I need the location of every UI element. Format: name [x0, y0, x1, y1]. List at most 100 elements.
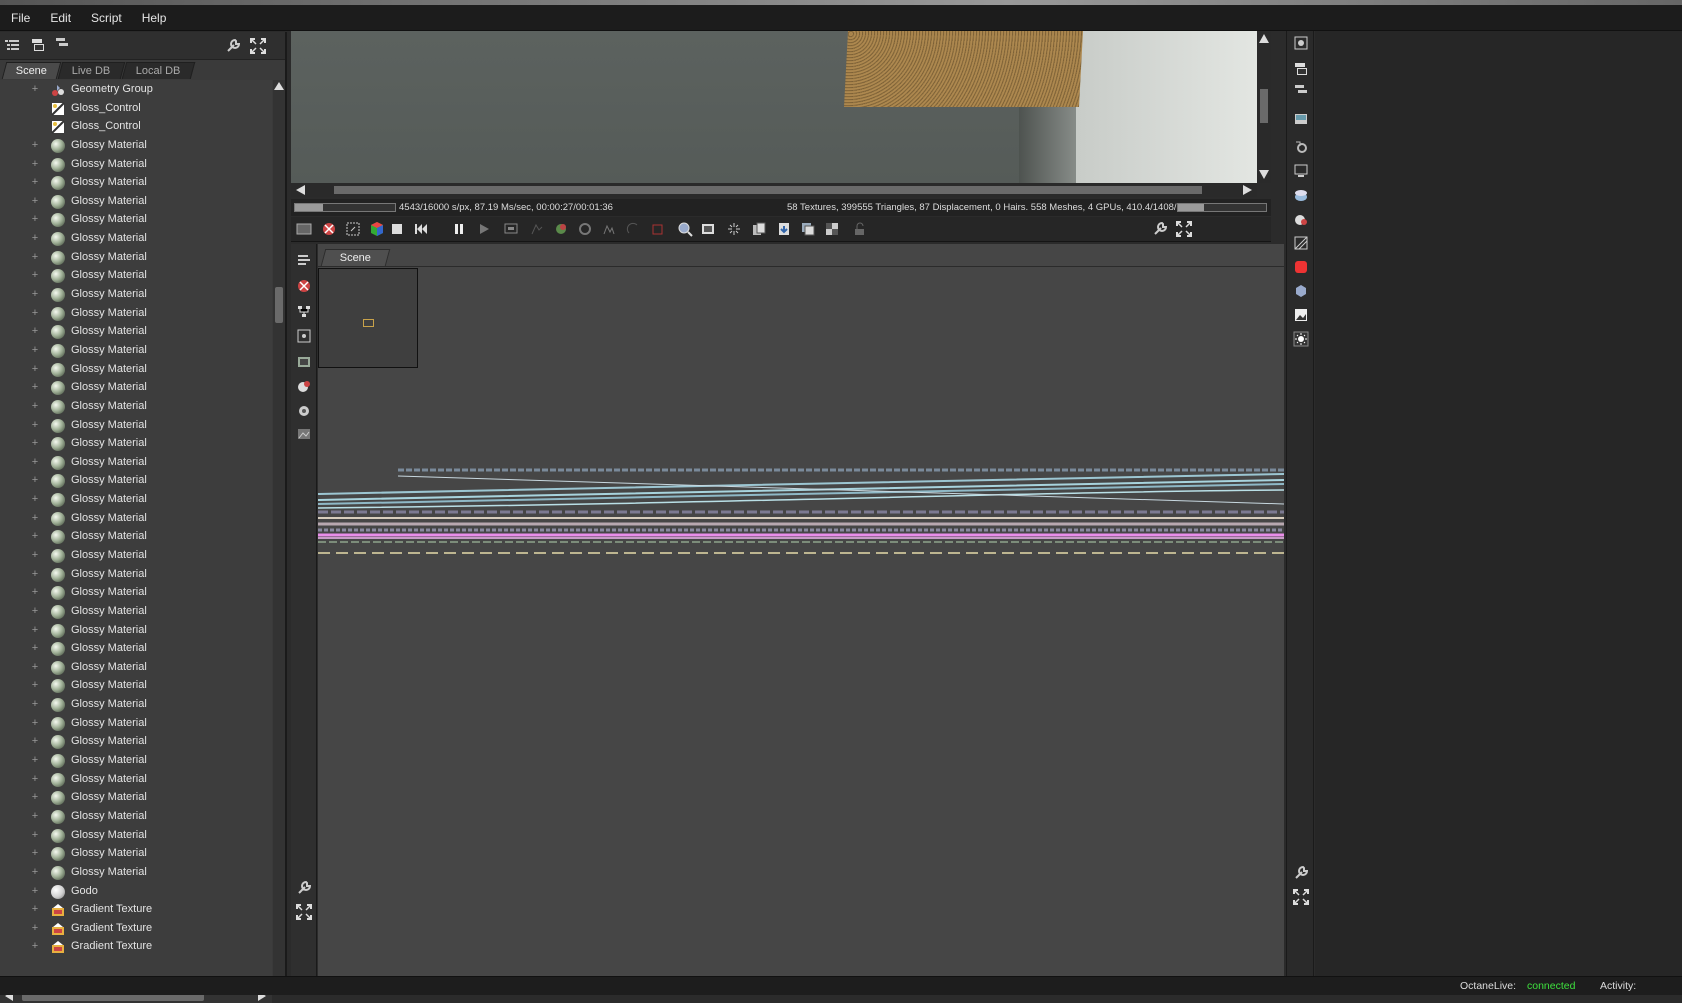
outliner-item[interactable]: + Glossy Material	[0, 285, 272, 305]
viewport-vertical-scrollbar[interactable]	[1257, 31, 1271, 183]
outliner-item[interactable]: + Glossy Material	[0, 248, 272, 268]
outliner-item[interactable]: + Glossy Material	[0, 844, 272, 864]
image-texture-icon[interactable]	[296, 426, 312, 442]
display-icon[interactable]	[1293, 163, 1309, 179]
light-icon[interactable]	[1293, 331, 1309, 347]
maximize-icon[interactable]	[296, 904, 312, 920]
lock-resolution-icon[interactable]	[726, 221, 742, 237]
menu-edit[interactable]: Edit	[40, 5, 81, 31]
pause-icon[interactable]	[451, 221, 467, 237]
outliner-item[interactable]: + Glossy Material	[0, 658, 272, 678]
outliner-item[interactable]: + Glossy Material	[0, 416, 272, 436]
expand-toggle-icon[interactable]: +	[30, 810, 40, 822]
expand-toggle-icon[interactable]: +	[30, 866, 40, 878]
outliner-vertical-scrollbar[interactable]	[273, 80, 285, 989]
expand-toggle-icon[interactable]: +	[30, 438, 40, 449]
expand-toggle-icon[interactable]: +	[30, 233, 40, 244]
expand-toggle-icon[interactable]: +	[30, 494, 40, 505]
wrench-icon[interactable]	[1293, 865, 1309, 881]
outliner-item[interactable]: + Glossy Material	[0, 621, 272, 641]
outliner-item[interactable]: + Glossy Material	[0, 751, 272, 771]
outliner-list-icon[interactable]	[4, 37, 20, 53]
expand-toggle-icon[interactable]: +	[30, 568, 40, 580]
outliner-item[interactable]: + Glossy Material	[0, 527, 272, 547]
whitebalance-picker-icon[interactable]	[625, 221, 641, 237]
scrollbar-thumb[interactable]	[1260, 89, 1268, 123]
kernel-icon[interactable]	[1293, 139, 1309, 155]
red-object-icon[interactable]	[1293, 259, 1309, 275]
render-passes-icon[interactable]	[824, 221, 840, 237]
expand-toggle-icon[interactable]: +	[30, 326, 40, 337]
maximize-icon[interactable]	[1176, 221, 1192, 237]
outliner-item[interactable]: + Glossy Material	[0, 210, 272, 230]
scroll-up-arrow-icon[interactable]	[274, 82, 284, 90]
viewport-horizontal-scrollbar[interactable]	[291, 183, 1257, 197]
outliner-item[interactable]: + Glossy Material	[0, 490, 272, 510]
material-icon[interactable]	[296, 378, 312, 394]
expand-toggle-icon[interactable]: +	[30, 773, 40, 785]
outliner-item[interactable]: + Glossy Material	[0, 565, 272, 585]
film-region-icon[interactable]	[529, 221, 545, 237]
crop-icon[interactable]	[649, 221, 665, 237]
fit-view-icon[interactable]	[700, 221, 716, 237]
scroll-down-arrow-icon[interactable]	[1259, 170, 1269, 179]
render-viewport[interactable]	[291, 31, 1257, 183]
outliner-item[interactable]: + Glossy Material	[0, 788, 272, 808]
save-render-icon[interactable]	[776, 221, 792, 237]
expand-toggle-icon[interactable]: +	[30, 419, 40, 431]
outliner-item[interactable]: + Glossy Material	[0, 714, 272, 734]
expand-toggle-icon[interactable]: +	[30, 289, 40, 300]
subsample-icon[interactable]	[345, 221, 361, 237]
expand-toggle-icon[interactable]: +	[30, 848, 40, 859]
outliner-item[interactable]: + Glossy Material	[0, 136, 272, 156]
outliner-item[interactable]: + Glossy Material	[0, 322, 272, 342]
image-preview-icon[interactable]	[1293, 307, 1309, 323]
outliner-item[interactable]: + Gradient Texture	[0, 937, 272, 957]
outliner-item[interactable]: + Glossy Material	[0, 304, 272, 324]
layers-icon[interactable]	[30, 37, 46, 53]
menu-help[interactable]: Help	[132, 5, 177, 31]
zoom-render-icon[interactable]	[677, 221, 693, 237]
expand-toggle-icon[interactable]: +	[30, 363, 40, 375]
tab-local-db[interactable]: Local DB	[121, 62, 195, 79]
expand-toggle-icon[interactable]: +	[30, 643, 40, 654]
copy-to-clipboard-icon[interactable]	[751, 221, 767, 237]
scrollbar-thumb[interactable]	[334, 186, 1202, 194]
stop-icon[interactable]	[389, 221, 405, 237]
menu-file[interactable]: File	[0, 5, 40, 31]
wrench-icon[interactable]	[1152, 221, 1168, 237]
expand-toggle-icon[interactable]: +	[30, 922, 40, 934]
rearrange-icon[interactable]	[296, 252, 312, 268]
clay-render-icon[interactable]	[321, 221, 337, 237]
outliner-item[interactable]: + Gradient Texture	[0, 900, 272, 920]
render-settings-icon[interactable]	[1293, 35, 1309, 51]
hierarchy-icon[interactable]	[54, 36, 70, 52]
outliner-item[interactable]: + Glossy Material	[0, 378, 272, 398]
expand-toggle-icon[interactable]: +	[30, 885, 40, 897]
outliner-item[interactable]: + Glossy Material	[0, 192, 272, 212]
outliner-item[interactable]: + Glossy Material	[0, 173, 272, 193]
expand-toggle-icon[interactable]: +	[30, 680, 40, 691]
expand-toggle-icon[interactable]: +	[30, 270, 40, 281]
expand-toggle-icon[interactable]: +	[30, 605, 40, 617]
expand-toggle-icon[interactable]: +	[30, 755, 40, 766]
expand-toggle-icon[interactable]: +	[30, 531, 40, 542]
expand-toggle-icon[interactable]: +	[30, 214, 40, 225]
expand-toggle-icon[interactable]: +	[30, 344, 40, 356]
expand-toggle-icon[interactable]: +	[30, 699, 40, 710]
outliner-item[interactable]: + Glossy Material	[0, 583, 272, 603]
expand-toggle-icon[interactable]: +	[30, 792, 40, 803]
outliner-item[interactable]: + Glossy Material	[0, 676, 272, 696]
expand-toggle-icon[interactable]: +	[30, 84, 40, 95]
background-icon[interactable]	[296, 221, 312, 237]
outliner-item[interactable]: + Glossy Material	[0, 266, 272, 286]
outliner-item[interactable]: Gloss_Control	[0, 99, 272, 119]
outliner-item[interactable]: + Glossy Material	[0, 155, 272, 175]
object-picker-icon[interactable]	[577, 221, 593, 237]
clay-render-icon[interactable]	[296, 278, 312, 294]
render-cube-icon[interactable]	[369, 221, 385, 237]
expand-toggle-icon[interactable]: +	[30, 456, 40, 468]
outliner-item[interactable]: + Glossy Material	[0, 695, 272, 715]
scroll-right-arrow-icon[interactable]	[1243, 185, 1252, 195]
expand-toggle-icon[interactable]: +	[30, 177, 40, 188]
